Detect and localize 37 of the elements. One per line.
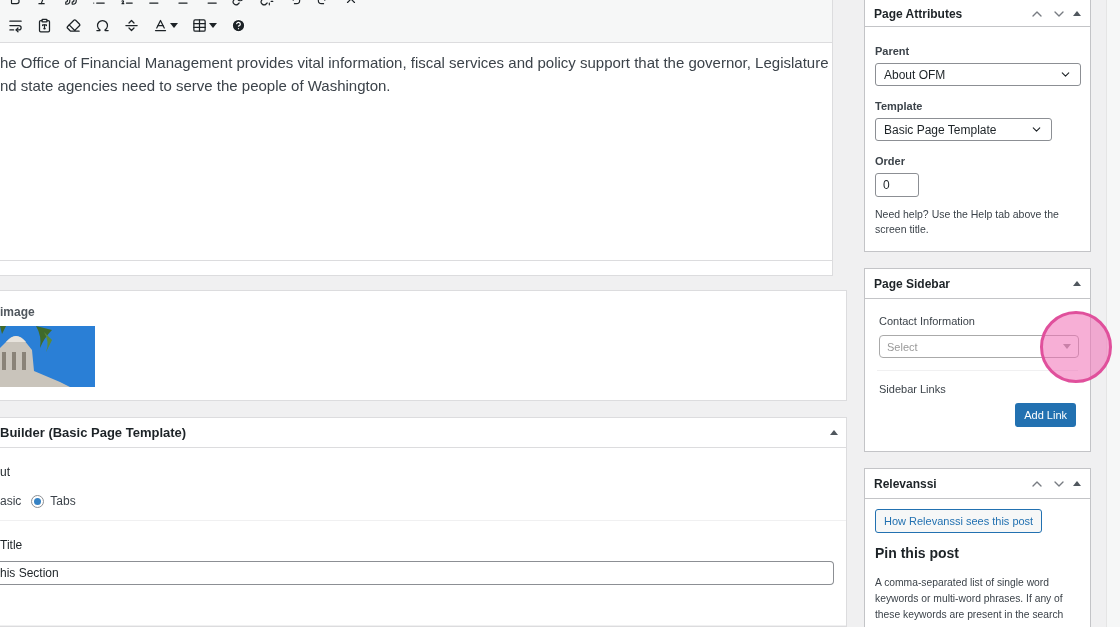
panel-title: Page Attributes [874,6,963,21]
panel-title: Builder (Basic Page Template) [0,425,187,440]
clipboard-icon[interactable] [37,17,52,33]
paragraph-line: nd state agencies need to serve the people of Washington. [0,76,392,96]
radio-option[interactable]: Tabs [31,494,76,508]
section-heading: Pin this post [875,545,960,561]
field-label: Template [875,100,924,112]
relevanssi-button[interactable]: How Relevanssi sees this post [875,509,1043,533]
template-dropdown[interactable]: Basic Page Template [875,118,1052,141]
field-label: image [0,305,36,319]
order-input[interactable]: 0 [875,173,919,197]
field-label: Sidebar Links [879,383,947,395]
eraser-icon[interactable] [66,17,81,33]
collapse-toggle[interactable] [1073,481,1081,486]
radio-label: asic [0,494,22,508]
field-label: Parent [875,45,911,57]
field-label: Title [0,538,23,552]
text-color-button[interactable] [153,17,178,33]
paragraph-line: he Office of Financial Management provides vital information, fiscal services and policy support that the governor, Legislature [0,53,830,73]
help-text: Need help? Use the Help tab above the screen title. [875,207,1060,237]
field-label: Order [875,155,906,167]
collapse-toggle[interactable] [1073,281,1081,286]
parent-dropdown[interactable]: About OFM [875,63,1081,86]
indent-icon[interactable] [8,17,23,33]
field-label: Contact Information [879,315,976,327]
help-icon[interactable] [231,17,246,33]
description-text: A comma-separated list of single word keywords or multi-word phrases. If any of these keywords are present in the search [875,576,1065,622]
table-button[interactable] [192,17,217,33]
omega-icon[interactable] [95,17,110,33]
input-field[interactable]: his Section [0,561,834,585]
panel-title: Page Sidebar [874,276,951,291]
add-link-button[interactable]: Add Link [1015,403,1076,427]
collapse-toggle[interactable] [830,430,838,435]
collapse-toggle[interactable] [1073,11,1081,16]
field-label: ut [0,465,10,479]
separator-icon[interactable] [124,17,139,33]
panel-title: Relevanssi [874,476,937,491]
